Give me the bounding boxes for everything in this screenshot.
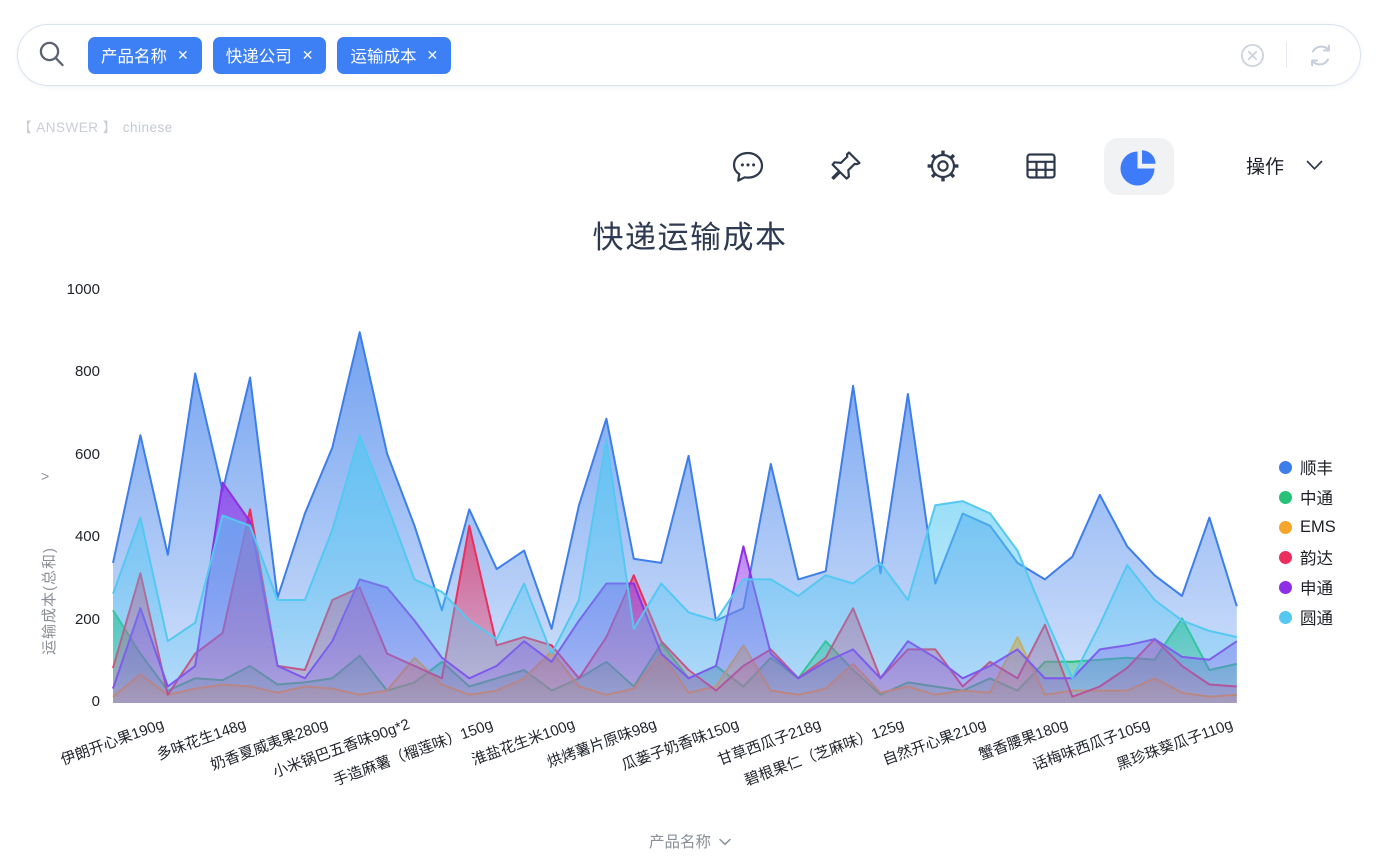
divider	[1286, 42, 1287, 68]
area-chart[interactable]	[105, 289, 1245, 705]
chart-legend: 顺丰中通 EMS 韵达申通圆通	[1279, 452, 1336, 632]
legend-label: 韵达	[1300, 545, 1333, 569]
legend-dot	[1279, 581, 1292, 594]
legend-label: 中通	[1300, 485, 1333, 509]
x-axis-title: 产品名称	[0, 830, 1380, 852]
chevron-down-icon	[1306, 160, 1323, 171]
answer-tag: 【 ANSWER 】	[18, 120, 117, 135]
filter-chip-0[interactable]: 产品名称 ✕	[88, 37, 202, 74]
filter-chip-1[interactable]: 快递公司 ✕	[213, 37, 327, 74]
comment-icon[interactable]	[730, 148, 766, 184]
chip-label: 运输成本	[350, 43, 416, 67]
clear-search-icon[interactable]	[1239, 42, 1266, 69]
chevron-down-icon[interactable]	[719, 833, 731, 851]
legend-item-韵达[interactable]: 韵达	[1279, 542, 1336, 572]
y-axis-collapse-icon[interactable]: >	[41, 468, 49, 484]
y-tick-1000: 1000	[67, 281, 100, 298]
legend-item-中通[interactable]: 中通	[1279, 482, 1336, 512]
y-tick-600: 600	[75, 446, 100, 463]
filter-chips: 产品名称 ✕ 快递公司 ✕ 运输成本 ✕	[88, 37, 451, 74]
answer-lang: chinese	[123, 120, 173, 135]
pie-chart-icon-active[interactable]	[1104, 138, 1174, 195]
y-tick-200: 200	[75, 611, 100, 628]
y-tick-0: 0	[92, 693, 100, 710]
answer-status-line: 【 ANSWER 】 chinese	[18, 116, 173, 136]
legend-label: 圆通	[1300, 605, 1333, 629]
pin-icon[interactable]	[828, 148, 864, 184]
chip-close-icon[interactable]: ✕	[302, 47, 314, 64]
y-axis-title: 运输成本(总和)	[38, 547, 59, 655]
legend-dot	[1279, 551, 1292, 564]
y-tick-800: 800	[75, 363, 100, 380]
legend-item-圆通[interactable]: 圆通	[1279, 602, 1336, 632]
chip-close-icon[interactable]: ✕	[177, 47, 189, 64]
actions-label: 操作	[1246, 152, 1284, 179]
x-label-0: 伊朗开心果190g	[57, 713, 166, 770]
chip-close-icon[interactable]: ✕	[426, 47, 438, 64]
legend-dot	[1279, 521, 1292, 534]
legend-dot	[1279, 611, 1292, 624]
search-icon	[36, 39, 68, 71]
legend-item-顺丰[interactable]: 顺丰	[1279, 452, 1336, 482]
legend-item-EMS[interactable]: EMS	[1279, 512, 1336, 542]
chart-title: 快递运输成本	[0, 212, 1380, 257]
pie-chart-icon	[1119, 147, 1159, 187]
legend-dot	[1279, 491, 1292, 504]
legend-dot	[1279, 461, 1292, 474]
legend-label: 顺丰	[1300, 455, 1333, 479]
legend-label: EMS	[1300, 518, 1336, 537]
chip-label: 快递公司	[226, 43, 292, 67]
table-icon[interactable]	[1023, 148, 1059, 184]
filter-chip-2[interactable]: 运输成本 ✕	[337, 37, 451, 74]
legend-label: 申通	[1300, 575, 1333, 599]
chip-label: 产品名称	[101, 43, 167, 67]
legend-item-申通[interactable]: 申通	[1279, 572, 1336, 602]
search-bar[interactable]: 产品名称 ✕ 快递公司 ✕ 运输成本 ✕	[17, 24, 1361, 86]
refresh-icon[interactable]	[1307, 42, 1334, 69]
settings-icon[interactable]	[925, 148, 961, 184]
search-bar-controls	[1239, 42, 1360, 69]
y-tick-400: 400	[75, 528, 100, 545]
x-axis-title-label: 产品名称	[649, 834, 711, 851]
actions-dropdown[interactable]: 操作	[1246, 152, 1323, 179]
